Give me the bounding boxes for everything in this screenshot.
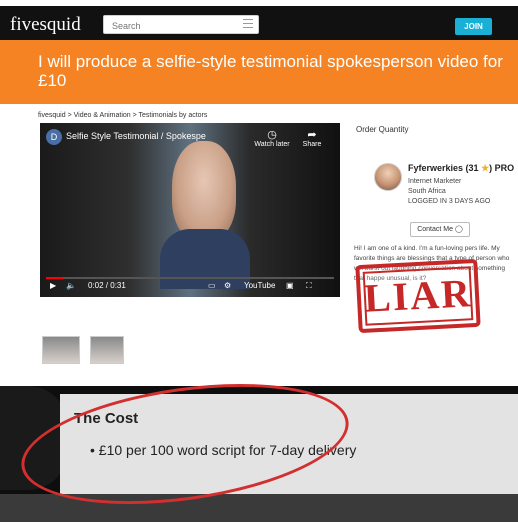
seller-role: Internet Marketer — [408, 178, 462, 185]
play-icon[interactable]: ▶ — [50, 281, 56, 290]
site-logo[interactable]: fivesquid — [10, 14, 81, 36]
video-person — [160, 141, 250, 289]
stamp-text: LIAR — [362, 270, 474, 321]
video-title[interactable]: Selfie Style Testimonial / Spokespe — [66, 131, 206, 141]
breadcrumb[interactable]: fivesquid > Video & Animation > Testimon… — [38, 112, 207, 119]
seller-logged-in: LOGGED IN 3 DAYS AGO — [408, 198, 491, 205]
video-progress-fill — [46, 277, 64, 279]
seller-avatar[interactable] — [374, 163, 402, 191]
pro-badge: PRO — [494, 163, 515, 173]
join-button[interactable]: JOIN — [455, 18, 492, 35]
channel-avatar[interactable]: D — [46, 129, 62, 145]
seller-name-text: Fyferwerkies (31 — [408, 163, 479, 173]
youtube-logo[interactable]: YouTube — [244, 281, 275, 290]
watch-later-button[interactable]: ◷ Watch later — [252, 129, 292, 148]
video-time: 0:02 / 0:31 — [88, 281, 126, 290]
seller-name[interactable]: Fyferwerkies (31 ★) PRO — [408, 163, 514, 174]
cast-icon[interactable]: ▣ — [286, 281, 294, 290]
clock-icon: ◷ — [267, 129, 277, 141]
settings-icon[interactable]: ⚙ — [224, 281, 231, 290]
thumbnail-1[interactable] — [42, 336, 80, 364]
top-navbar: fivesquid JOIN — [0, 6, 518, 40]
share-label: Share — [302, 141, 322, 148]
thumbnail-2[interactable] — [90, 336, 124, 364]
gig-title: I will produce a selfie-style testimonia… — [38, 52, 503, 90]
watch-later-label: Watch later — [254, 141, 290, 148]
search-box[interactable] — [103, 15, 259, 34]
liar-stamp: LIAR — [355, 258, 481, 334]
star-icon: ★ — [481, 163, 490, 173]
screenshot-panel: fivesquid JOIN I will produce a selfie-s… — [0, 0, 518, 386]
share-icon: ➦ — [307, 129, 317, 141]
chat-icon: ◯ — [454, 226, 463, 233]
contact-label: Contact Me — [417, 226, 453, 233]
seller-location: South Africa — [408, 188, 446, 195]
captions-icon[interactable]: ▭ — [208, 281, 216, 290]
share-button[interactable]: ➦ Share — [292, 129, 332, 148]
menu-icon[interactable] — [243, 19, 253, 29]
contact-me-button[interactable]: Contact Me ◯ — [410, 222, 470, 237]
video-player[interactable]: D Selfie Style Testimonial / Spokespe ◷ … — [40, 123, 340, 297]
order-quantity-label: Order Quantity — [356, 125, 409, 134]
search-input[interactable] — [110, 18, 232, 33]
title-banner: I will produce a selfie-style testimonia… — [0, 40, 518, 104]
fullscreen-icon[interactable]: ⛶ — [306, 281, 312, 291]
video-progress-bar[interactable] — [46, 277, 334, 279]
volume-icon[interactable]: 🔈 — [66, 281, 76, 290]
